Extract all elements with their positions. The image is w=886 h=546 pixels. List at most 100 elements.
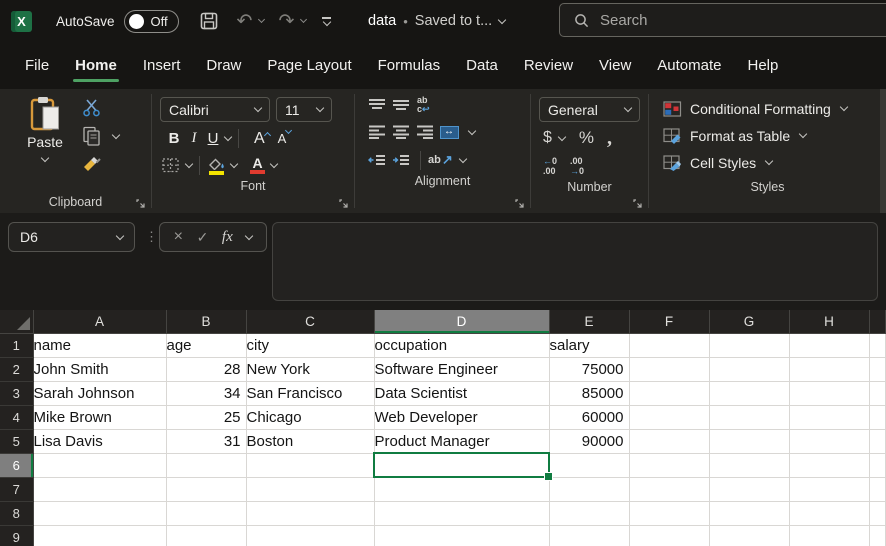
cell-G3[interactable] — [709, 381, 789, 405]
cell-C1[interactable]: city — [246, 333, 374, 357]
cell-E7[interactable] — [549, 477, 629, 501]
cell-G5[interactable] — [709, 429, 789, 453]
currency-dropdown-chevron[interactable] — [558, 132, 566, 140]
row-header-9[interactable]: 9 — [0, 525, 33, 546]
cell-C9[interactable] — [246, 525, 374, 546]
borders-button[interactable] — [162, 158, 180, 173]
menu-tab-home[interactable]: Home — [62, 42, 130, 89]
cell-C4[interactable]: Chicago — [246, 405, 374, 429]
row-header-2[interactable]: 2 — [0, 357, 33, 381]
cell-E4[interactable]: 60000 — [549, 405, 629, 429]
insert-function-button[interactable]: fx — [222, 229, 233, 246]
redo-dropdown[interactable] — [301, 20, 306, 22]
cell-A6[interactable] — [33, 453, 166, 477]
menu-tab-formulas[interactable]: Formulas — [365, 42, 454, 89]
cell-E6[interactable] — [549, 453, 629, 477]
cell-H7[interactable] — [789, 477, 869, 501]
cell-A8[interactable] — [33, 501, 166, 525]
cell-G2[interactable] — [709, 357, 789, 381]
column-header-G[interactable]: G — [709, 310, 789, 333]
name-box[interactable]: D6 — [8, 222, 135, 252]
underline-dropdown-chevron[interactable] — [224, 133, 232, 141]
row-header-8[interactable]: 8 — [0, 501, 33, 525]
cell-F2[interactable] — [629, 357, 709, 381]
cell-F4[interactable] — [629, 405, 709, 429]
cell-C6[interactable] — [246, 453, 374, 477]
cell-styles-button[interactable]: Cell Styles — [663, 149, 886, 176]
cell-E3[interactable]: 85000 — [549, 381, 629, 405]
cell-G1[interactable] — [709, 333, 789, 357]
merge-dropdown-chevron[interactable] — [468, 126, 476, 134]
cell-D1[interactable]: occupation — [374, 333, 549, 357]
cell-H4[interactable] — [789, 405, 869, 429]
comma-style-button[interactable]: , — [607, 133, 612, 143]
menu-tab-data[interactable]: Data — [453, 42, 511, 89]
cell-H2[interactable] — [789, 357, 869, 381]
cell-G7[interactable] — [709, 477, 789, 501]
decrease-decimal-button[interactable]: .00 →0 — [570, 157, 584, 176]
fill-color-button[interactable] — [207, 157, 225, 175]
cell-H8[interactable] — [789, 501, 869, 525]
top-align-button[interactable] — [365, 95, 389, 115]
fill-color-dropdown-chevron[interactable] — [230, 160, 238, 168]
column-header-H[interactable]: H — [789, 310, 869, 333]
cell-H1[interactable] — [789, 333, 869, 357]
cell-F7[interactable] — [629, 477, 709, 501]
save-button[interactable] — [199, 11, 219, 31]
column-header-A[interactable]: A — [33, 310, 166, 333]
row-header-4[interactable]: 4 — [0, 405, 33, 429]
cell-G9[interactable] — [709, 525, 789, 546]
accounting-format-button[interactable]: $ — [543, 129, 552, 147]
format-painter-button[interactable] — [82, 155, 119, 173]
cell-G6[interactable] — [709, 453, 789, 477]
column-header-D[interactable]: D — [374, 310, 549, 333]
cell-B9[interactable] — [166, 525, 246, 546]
menu-tab-help[interactable]: Help — [735, 42, 792, 89]
increase-indent-button[interactable] — [389, 150, 413, 170]
conditional-formatting-button[interactable]: Conditional Formatting — [663, 95, 886, 122]
cell-F9[interactable] — [629, 525, 709, 546]
row-header-7[interactable]: 7 — [0, 477, 33, 501]
cell-D3[interactable]: Data Scientist — [374, 381, 549, 405]
menu-tab-file[interactable]: File — [12, 42, 62, 89]
cell-B7[interactable] — [166, 477, 246, 501]
row-header-5[interactable]: 5 — [0, 429, 33, 453]
menu-tab-view[interactable]: View — [586, 42, 644, 89]
row-header-1[interactable]: 1 — [0, 333, 33, 357]
excel-app-icon[interactable]: X — [11, 11, 32, 32]
format-as-table-button[interactable]: Format as Table — [663, 122, 886, 149]
document-title[interactable]: data • Saved to t... — [368, 0, 505, 42]
underline-button[interactable]: U — [204, 130, 222, 147]
menu-tab-draw[interactable]: Draw — [193, 42, 254, 89]
cell-F8[interactable] — [629, 501, 709, 525]
cell-A7[interactable] — [33, 477, 166, 501]
cell-H9[interactable] — [789, 525, 869, 546]
cell-C5[interactable]: Boston — [246, 429, 374, 453]
cell-D2[interactable]: Software Engineer — [374, 357, 549, 381]
orientation-dropdown-chevron[interactable] — [459, 154, 467, 162]
cell-B4[interactable]: 25 — [166, 405, 246, 429]
cell-A4[interactable]: Mike Brown — [33, 405, 166, 429]
center-align-button[interactable] — [389, 122, 413, 142]
column-header-E[interactable]: E — [549, 310, 629, 333]
merge-center-button[interactable]: ↔ — [437, 122, 461, 142]
decrease-font-size-button[interactable]: A — [278, 131, 292, 146]
cell-F3[interactable] — [629, 381, 709, 405]
copy-button[interactable] — [82, 126, 119, 146]
redo-button[interactable]: ↷ — [278, 12, 294, 31]
row-header-3[interactable]: 3 — [0, 381, 33, 405]
cell-B5[interactable]: 31 — [166, 429, 246, 453]
cell-D6[interactable] — [374, 453, 549, 477]
alignment-dialog-launcher[interactable] — [515, 199, 524, 208]
formula-bar-drag-handle[interactable]: ⋮ — [145, 229, 158, 245]
cell-B8[interactable] — [166, 501, 246, 525]
quick-access-toolbar-button[interactable] — [322, 17, 331, 25]
undo-dropdown[interactable] — [259, 20, 264, 22]
decrease-indent-button[interactable] — [365, 150, 389, 170]
cell-D7[interactable] — [374, 477, 549, 501]
cell-C8[interactable] — [246, 501, 374, 525]
row-header-6[interactable]: 6 — [0, 453, 33, 477]
cell-B2[interactable]: 28 — [166, 357, 246, 381]
align-right-button[interactable] — [413, 122, 437, 142]
italic-button[interactable]: I — [184, 130, 204, 147]
